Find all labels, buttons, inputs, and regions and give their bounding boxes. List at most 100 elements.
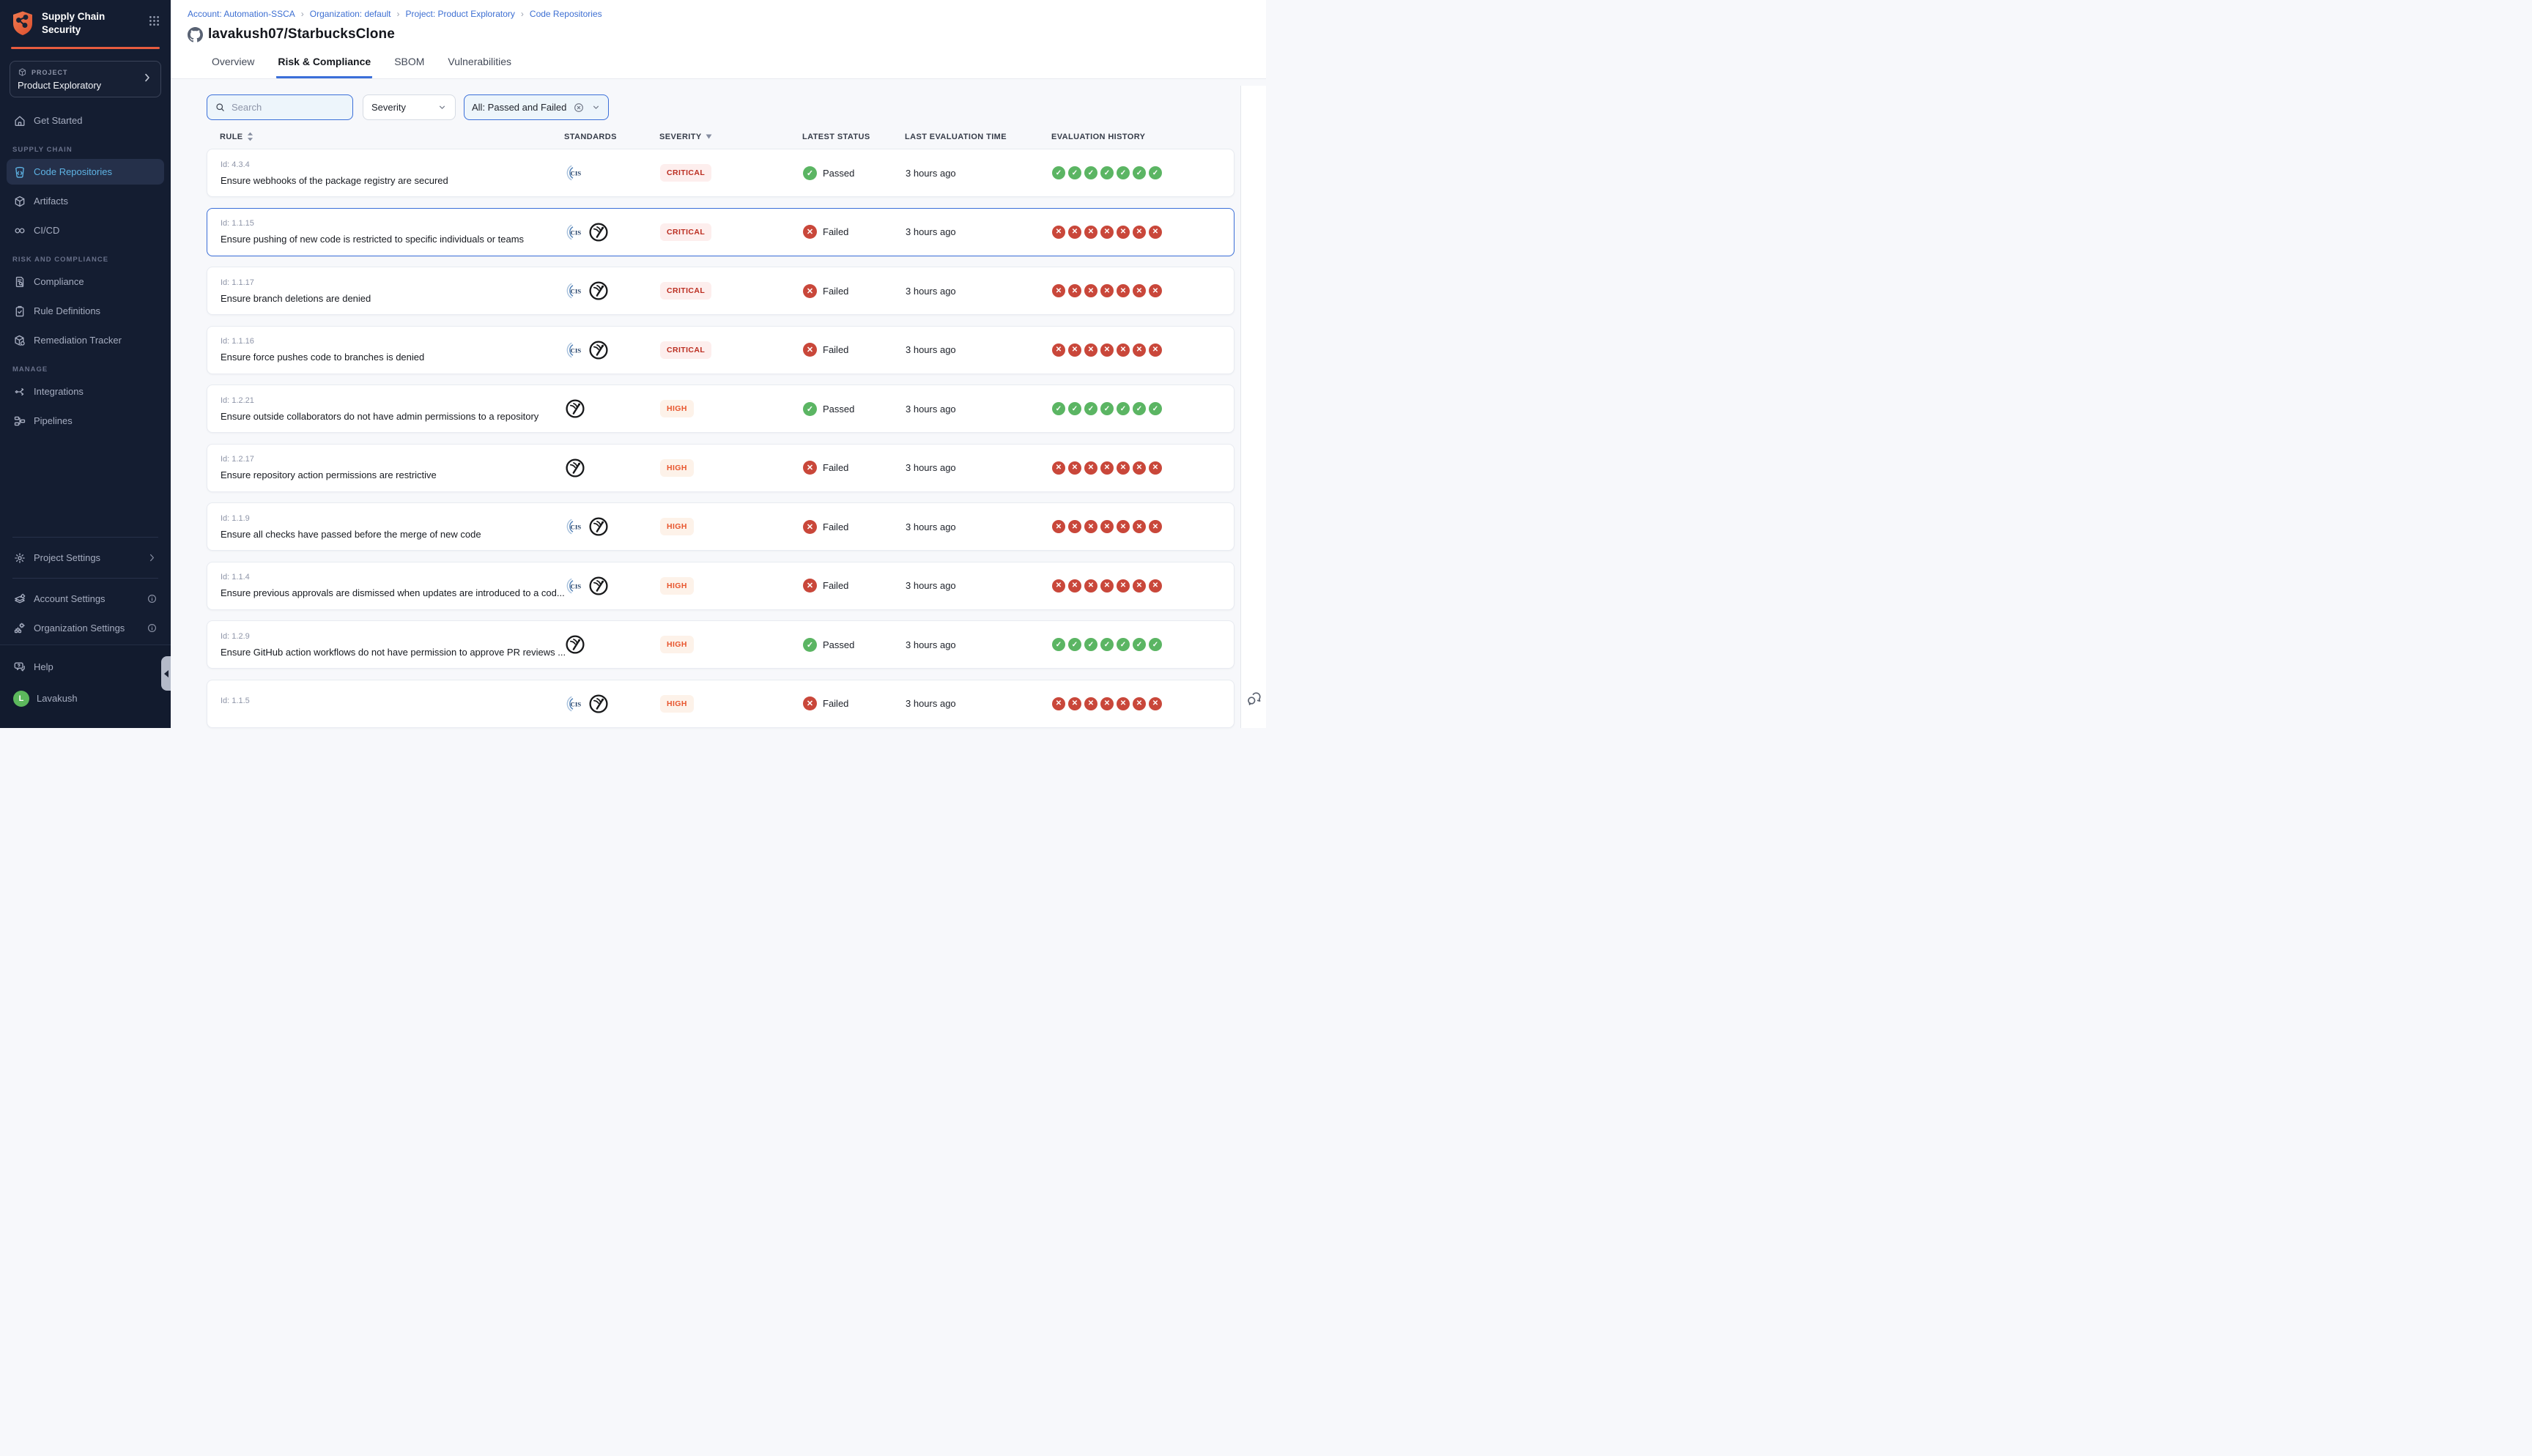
status-cell: ✕ Failed <box>803 225 906 239</box>
sidebar-item-artifacts[interactable]: Artifacts <box>7 188 164 214</box>
sidebar-item-integrations[interactable]: Integrations <box>7 379 164 404</box>
x-circle-icon[interactable] <box>573 102 585 114</box>
x-circle-icon: ✕ <box>1068 284 1081 297</box>
breadcrumb-link[interactable]: Project: Product Exploratory <box>406 9 515 19</box>
check-circle-icon: ✓ <box>1052 638 1065 651</box>
sidebar-collapse-handle[interactable] <box>161 656 171 691</box>
x-circle-icon: ✕ <box>1100 226 1114 239</box>
search-input[interactable] <box>232 102 334 113</box>
brand-divider <box>11 47 160 49</box>
check-circle-icon: ✓ <box>1133 166 1146 179</box>
status-cell: ✕Failed <box>803 461 906 475</box>
tab-vulnerabilities[interactable]: Vulnerabilities <box>446 53 513 78</box>
status-text: Failed <box>823 226 848 237</box>
evaluation-time: 3 hours ago <box>906 286 1052 297</box>
tab-sbom[interactable]: SBOM <box>393 53 426 78</box>
sidebar-item-remediation-tracker[interactable]: Remediation Tracker <box>7 327 164 353</box>
sidebar-item-compliance[interactable]: Compliance <box>7 269 164 294</box>
breadcrumb-link[interactable]: Organization: default <box>310 9 391 19</box>
table-row[interactable]: Id: 1.1.4Ensure previous approvals are d… <box>207 562 1234 610</box>
column-header-rule[interactable]: RULE <box>220 132 564 141</box>
owasp-icon <box>588 576 609 596</box>
sidebar-item-label: Remediation Tracker <box>34 335 122 346</box>
code-repo-icon <box>13 166 26 179</box>
rule-cell: Id: 4.3.4Ensure webhooks of the package … <box>221 160 565 186</box>
severity-cell: HIGH <box>660 459 803 477</box>
table-row[interactable]: Id: 1.2.9Ensure GitHub action workflows … <box>207 620 1234 669</box>
rule-title: Ensure webhooks of the package registry … <box>221 175 565 186</box>
grid-dots-icon[interactable] <box>148 15 160 31</box>
status-text: Failed <box>823 462 848 473</box>
sort-down-icon[interactable] <box>706 134 712 139</box>
sidebar-item-organization-settings[interactable]: Organization Settings <box>7 615 164 641</box>
table-row[interactable]: Id: 1.2.17Ensure repository action permi… <box>207 444 1234 492</box>
check-circle-icon: ✓ <box>1084 166 1097 179</box>
sidebar-item-rule-definitions[interactable]: Rule Definitions <box>7 298 164 324</box>
table-row[interactable]: Id: 1.2.21Ensure outside collaborators d… <box>207 385 1234 433</box>
project-name: Product Exploratory <box>18 80 141 91</box>
evaluation-time: 3 hours ago <box>906 698 1052 709</box>
tab-risk-compliance[interactable]: Risk & Compliance <box>276 53 372 78</box>
table-header-row: RULESTANDARDSSEVERITYLATEST STATUSLAST E… <box>207 120 1234 149</box>
severity-badge: HIGH <box>660 459 694 477</box>
check-circle-icon: ✓ <box>1117 166 1130 179</box>
standards-cell <box>565 398 660 419</box>
column-header-label: LATEST STATUS <box>802 133 870 141</box>
standards-cell: CIS <box>565 694 660 714</box>
table-body: Id: 4.3.4Ensure webhooks of the package … <box>207 149 1234 728</box>
status-cell: ✕Failed <box>803 343 906 357</box>
standards-cell: CIS <box>565 576 660 596</box>
sidebar-item-project-settings[interactable]: Project Settings <box>7 545 164 571</box>
status-cell: ✓Passed <box>803 166 906 180</box>
cis-icon: CIS <box>565 576 584 595</box>
sort-both-icon[interactable] <box>247 132 253 141</box>
user-menu[interactable]: L Lavakush <box>7 686 164 711</box>
sidebar-item-get-started[interactable]: Get Started <box>7 108 164 133</box>
tab-overview[interactable]: Overview <box>210 53 256 78</box>
x-circle-icon: ✕ <box>1117 284 1130 297</box>
sidebar-item-code-repositories[interactable]: Code Repositories <box>7 159 164 185</box>
project-label: PROJECT <box>32 69 68 76</box>
sidebar-item-label: Pipelines <box>34 415 73 426</box>
severity-cell: HIGH <box>660 518 803 535</box>
project-selector[interactable]: PROJECT Product Exploratory <box>10 61 161 97</box>
column-header-severity[interactable]: SEVERITY <box>659 133 802 141</box>
cis-icon: CIS <box>565 341 584 360</box>
x-circle-icon: ✕ <box>1117 343 1130 357</box>
table-row[interactable]: Id: 1.1.17Ensure branch deletions are de… <box>207 267 1234 315</box>
sidebar-item-label: Project Settings <box>34 552 100 563</box>
standards-cell: CIS <box>565 281 660 301</box>
sidebar-item-label: Account Settings <box>34 593 106 604</box>
x-circle-icon: ✕ <box>1100 520 1114 533</box>
x-circle-icon: ✕ <box>1068 226 1081 239</box>
table-row[interactable]: Id: 4.3.4Ensure webhooks of the package … <box>207 149 1234 197</box>
cube-icon <box>18 67 27 77</box>
severity-filter[interactable]: Severity <box>363 94 456 120</box>
history-cell: ✕✕✕✕✕✕✕ <box>1052 697 1234 710</box>
x-circle-icon: ✕ <box>1133 343 1146 357</box>
sidebar-item-help[interactable]: Help <box>7 654 164 680</box>
sidebar-item-pipelines[interactable]: Pipelines <box>7 408 164 434</box>
feedback-chat-icon[interactable] <box>1245 691 1263 708</box>
x-circle-icon: ✕ <box>803 225 817 239</box>
status-filter[interactable]: All: Passed and Failed <box>464 94 609 120</box>
breadcrumb-link[interactable]: Code Repositories <box>530 9 602 19</box>
sidebar-item-ci-cd[interactable]: CI/CD <box>7 218 164 243</box>
table-row[interactable]: Id: 1.1.5CISHIGH✕Failed3 hours ago✕✕✕✕✕✕… <box>207 680 1234 728</box>
search-icon <box>215 102 226 113</box>
breadcrumb-link[interactable]: Account: Automation-SSCA <box>188 9 295 19</box>
x-circle-icon: ✕ <box>1100 579 1114 593</box>
rule-title: Ensure previous approvals are dismissed … <box>221 587 565 598</box>
table-row[interactable]: Id: 1.1.15Ensure pushing of new code is … <box>207 208 1234 256</box>
column-header-label: RULE <box>220 133 243 141</box>
evaluation-time: 3 hours ago <box>906 521 1052 532</box>
cis-icon: CIS <box>565 281 584 300</box>
rule-id: Id: 1.1.16 <box>221 337 565 346</box>
table-row[interactable]: Id: 1.1.16Ensure force pushes code to br… <box>207 326 1234 374</box>
x-circle-icon: ✕ <box>1117 461 1130 475</box>
org-gear-icon <box>13 622 26 635</box>
sidebar-item-account-settings[interactable]: Account Settings <box>7 586 164 612</box>
column-header-latest-status: LATEST STATUS <box>802 133 905 141</box>
table-row[interactable]: Id: 1.1.9Ensure all checks have passed b… <box>207 502 1234 551</box>
x-circle-icon: ✕ <box>1149 343 1162 357</box>
